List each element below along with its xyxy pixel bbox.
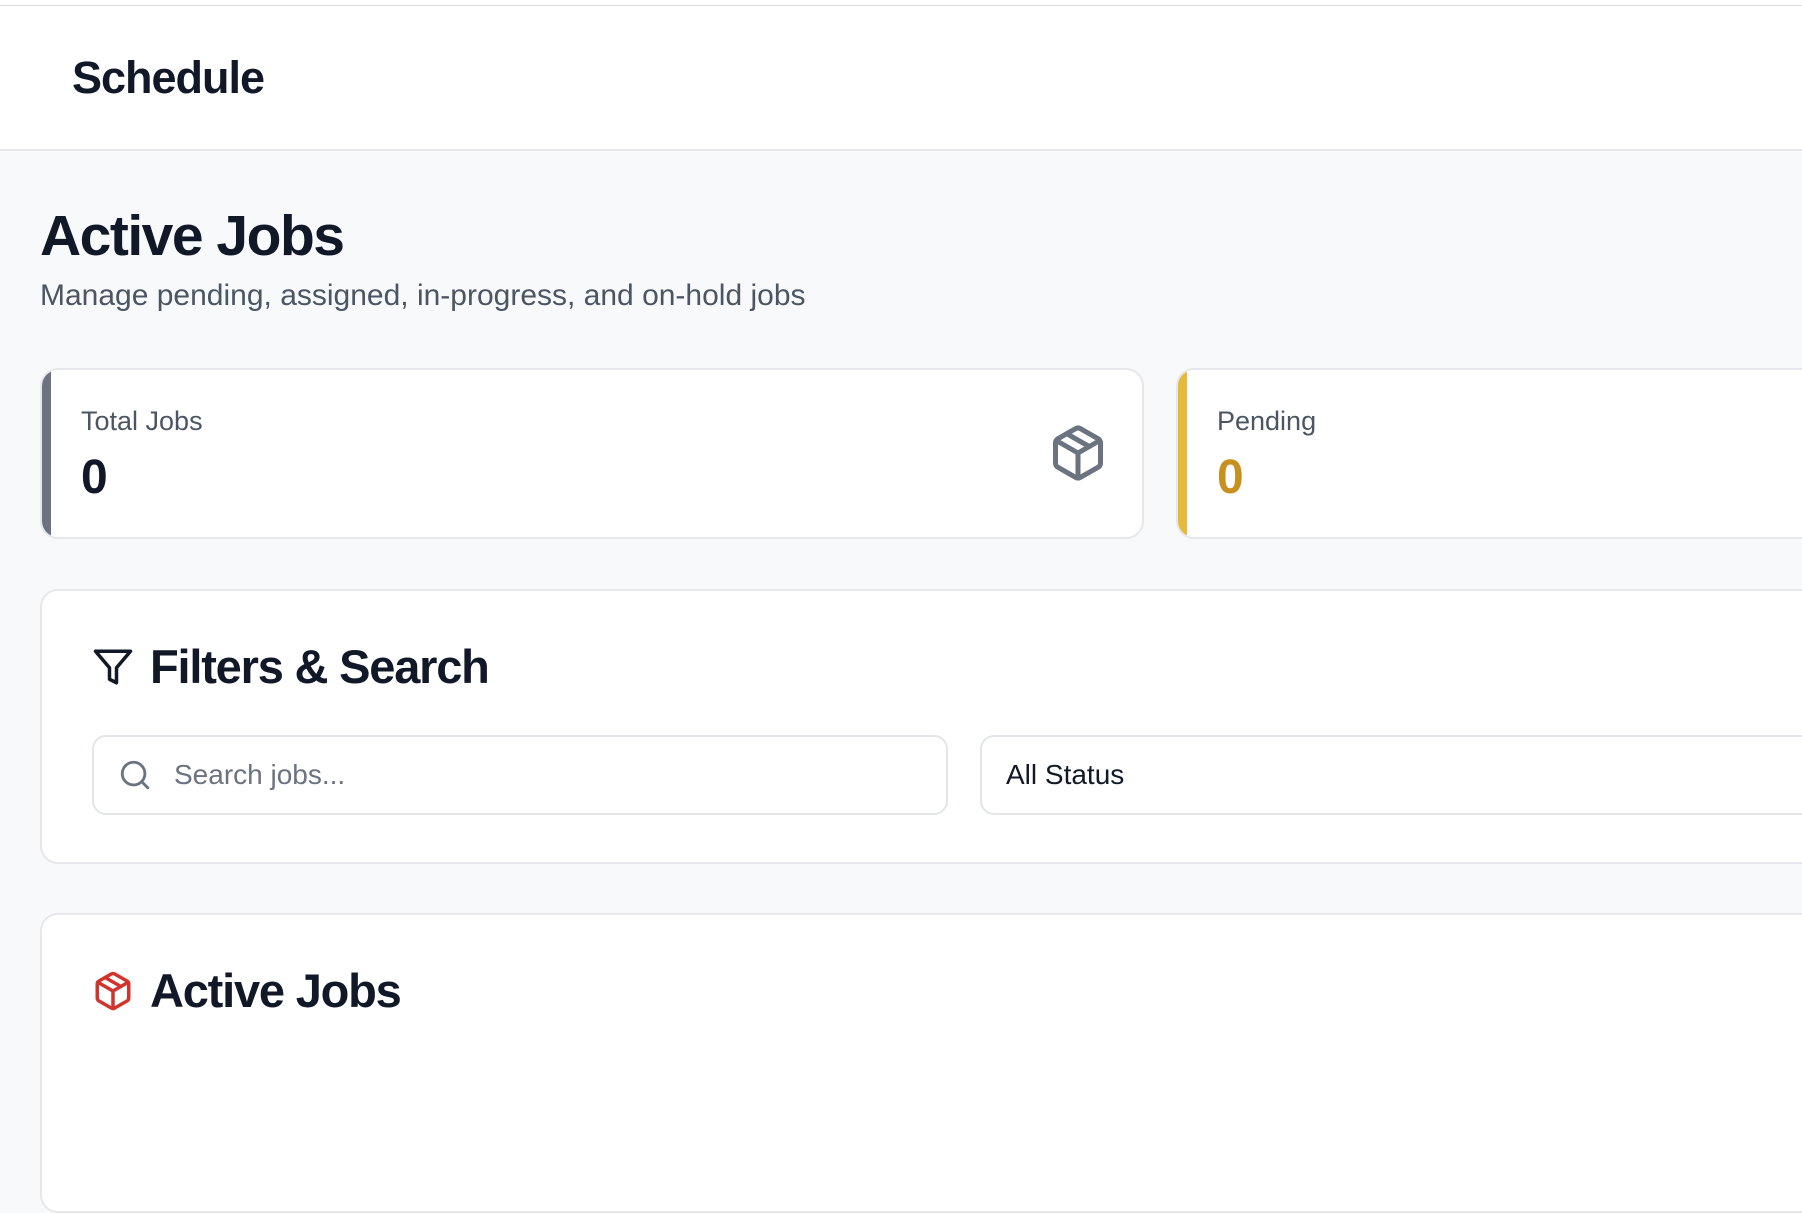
active-jobs-heading-text: Active Jobs — [150, 964, 402, 1017]
app-title: Schedule — [72, 52, 265, 103]
search-input[interactable] — [174, 759, 934, 791]
status-filter-value: All Status — [1006, 759, 1125, 790]
stat-value: 0 — [1217, 451, 1244, 504]
active-jobs-heading: Active Jobs — [92, 963, 402, 1018]
page-title: Active Jobs — [40, 204, 345, 268]
stat-label: Total Jobs — [81, 406, 203, 436]
app-header: Schedule — [0, 6, 1802, 151]
package-icon — [1048, 423, 1108, 483]
status-filter-select[interactable]: All Status — [980, 735, 1802, 815]
stat-card-total-jobs: Total Jobs 0 — [40, 368, 1144, 539]
stat-card-accent — [1178, 370, 1187, 537]
search-icon — [118, 758, 152, 792]
stat-card-accent — [42, 370, 51, 537]
stat-label: Pending — [1217, 406, 1317, 436]
filters-heading-text: Filters & Search — [150, 640, 490, 693]
page-subtitle: Manage pending, assigned, in-progress, a… — [40, 279, 806, 312]
filters-heading: Filters & Search — [92, 639, 490, 694]
filter-icon — [92, 646, 134, 688]
package-icon — [92, 970, 134, 1012]
stat-value: 0 — [81, 451, 108, 504]
active-jobs-panel: Active Jobs — [40, 913, 1802, 1213]
filters-panel: Filters & Search All Status — [40, 589, 1802, 864]
search-field[interactable] — [92, 735, 948, 815]
stat-card-pending: Pending 0 — [1176, 368, 1802, 539]
